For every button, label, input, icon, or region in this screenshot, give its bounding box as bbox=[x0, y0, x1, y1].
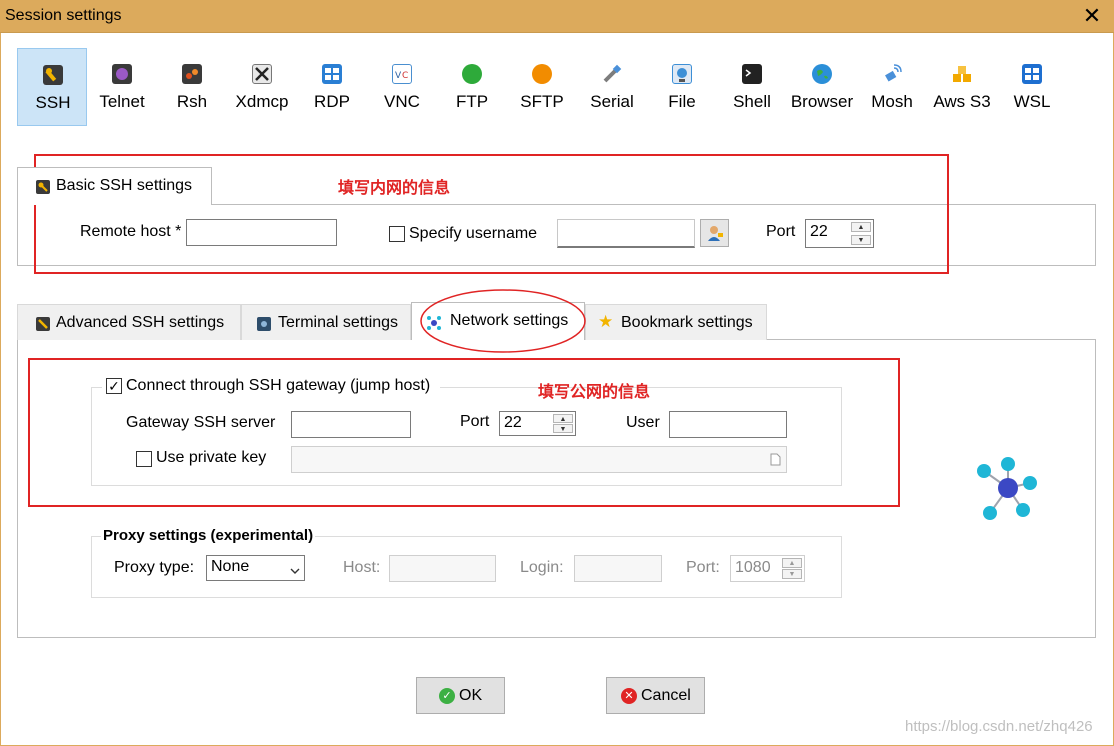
rdp-icon bbox=[322, 64, 342, 84]
close-icon[interactable]: ✕ bbox=[1080, 2, 1104, 30]
cancel-button[interactable]: ✕ Cancel bbox=[606, 677, 705, 714]
watermark-text: https://blog.csdn.net/zhq426 bbox=[905, 718, 1093, 735]
file-icon bbox=[672, 64, 692, 84]
shell-icon bbox=[742, 64, 762, 84]
star-icon: ★ bbox=[598, 312, 614, 331]
svg-text:C: C bbox=[402, 71, 408, 81]
tab-terminal-settings[interactable]: Terminal settings bbox=[241, 304, 411, 340]
ftp-icon bbox=[462, 64, 482, 84]
proxy-login-input[interactable] bbox=[574, 555, 662, 582]
ssh-key-icon bbox=[36, 180, 50, 194]
proxy-type-select[interactable]: None bbox=[206, 555, 305, 581]
window-border-left bbox=[0, 33, 1, 746]
sftp-icon bbox=[532, 64, 552, 84]
xdmcp-icon bbox=[252, 64, 272, 84]
annotation-intranet: 填写内网的信息 bbox=[338, 178, 451, 197]
telnet-icon bbox=[112, 64, 132, 84]
tab-basic-ssh-settings[interactable]: Basic SSH settings bbox=[17, 167, 212, 205]
terminal-icon bbox=[257, 317, 271, 331]
protocol-rsh[interactable]: Rsh bbox=[157, 48, 227, 126]
svg-text:V: V bbox=[395, 71, 402, 81]
proxy-port-spinner[interactable]: 1080 ▲ ▼ bbox=[730, 555, 805, 582]
ssh-key-icon bbox=[43, 65, 63, 85]
tab-bookmark-settings[interactable]: ★ Bookmark settings bbox=[585, 304, 767, 340]
protocol-telnet[interactable]: Telnet bbox=[87, 48, 157, 126]
tab-advanced-ssh-settings[interactable]: Advanced SSH settings bbox=[17, 304, 241, 340]
protocol-sftp[interactable]: SFTP bbox=[507, 48, 577, 126]
protocol-label: WSL bbox=[1013, 92, 1051, 111]
protocol-browser[interactable]: Browser bbox=[787, 48, 857, 126]
serial-icon bbox=[602, 64, 622, 84]
spin-down-icon[interactable]: ▼ bbox=[782, 569, 802, 579]
protocol-label: FTP bbox=[455, 92, 489, 111]
protocol-ftp[interactable]: FTP bbox=[437, 48, 507, 126]
protocol-label: Shell bbox=[733, 92, 771, 111]
protocol-ssh[interactable]: SSH bbox=[17, 48, 87, 126]
ok-button[interactable]: ✓ OK bbox=[416, 677, 505, 714]
annotation-public-network: 填写公网的信息 bbox=[538, 382, 651, 401]
title-bar: Session settings ✕ bbox=[0, 0, 1114, 33]
chevron-down-icon bbox=[290, 562, 300, 580]
cancel-label: Cancel bbox=[641, 687, 691, 704]
proxy-port-value: 1080 bbox=[735, 559, 771, 576]
tab-label: Basic SSH settings bbox=[56, 177, 193, 194]
protocol-label: Xdmcp bbox=[235, 92, 289, 111]
protocol-label: Browser bbox=[790, 92, 854, 111]
annotation-box-network bbox=[28, 358, 900, 507]
check-icon: ✓ bbox=[439, 688, 455, 704]
wsl-icon bbox=[1022, 64, 1042, 84]
protocol-label: Mosh bbox=[871, 92, 913, 111]
protocol-label: Telnet bbox=[99, 92, 145, 111]
annotation-ellipse-network-tab bbox=[420, 289, 586, 353]
proxy-port-label: Port: bbox=[686, 559, 720, 576]
protocol-serial[interactable]: Serial bbox=[577, 48, 647, 126]
proxy-login-label: Login: bbox=[520, 559, 564, 576]
protocol-aws-s3[interactable]: Aws S3 bbox=[927, 48, 997, 126]
proxy-host-input[interactable] bbox=[389, 555, 496, 582]
protocol-xdmcp[interactable]: Xdmcp bbox=[227, 48, 297, 126]
protocol-label: Serial bbox=[590, 92, 634, 111]
protocol-wsl[interactable]: WSL bbox=[997, 48, 1067, 126]
protocol-shell[interactable]: Shell bbox=[717, 48, 787, 126]
wrench-key-icon bbox=[36, 317, 50, 331]
vnc-icon: VC bbox=[392, 64, 412, 84]
mosh-icon bbox=[882, 64, 902, 84]
tab-label: Advanced SSH settings bbox=[56, 314, 225, 331]
proxy-type-value: None bbox=[211, 558, 250, 575]
protocol-label: Rsh bbox=[176, 92, 208, 111]
ok-label: OK bbox=[459, 687, 483, 704]
protocol-label: VNC bbox=[384, 92, 420, 111]
protocol-label: SSH bbox=[35, 93, 71, 112]
cancel-icon: ✕ bbox=[621, 688, 637, 704]
aws-s3-icon bbox=[952, 64, 972, 84]
proxy-host-label: Host: bbox=[343, 559, 381, 576]
tab-label: Bookmark settings bbox=[621, 314, 753, 331]
protocol-mosh[interactable]: Mosh bbox=[857, 48, 927, 126]
spin-up-icon[interactable]: ▲ bbox=[782, 558, 802, 568]
protocol-label: RDP bbox=[314, 92, 350, 111]
proxy-group-label: Proxy settings (experimental) bbox=[101, 527, 316, 544]
protocol-label: SFTP bbox=[520, 92, 564, 111]
protocol-label: Aws S3 bbox=[933, 92, 991, 111]
protocol-file[interactable]: File bbox=[647, 48, 717, 126]
tab-connector bbox=[18, 203, 211, 205]
rsh-icon bbox=[182, 64, 202, 84]
protocol-label: File bbox=[668, 92, 696, 111]
browser-icon bbox=[812, 64, 832, 84]
proxy-type-label: Proxy type: bbox=[114, 559, 195, 576]
protocol-rdp[interactable]: RDP bbox=[297, 48, 367, 126]
protocol-vnc[interactable]: VC VNC bbox=[367, 48, 437, 126]
window-title: Session settings bbox=[5, 7, 122, 24]
network-graphic-icon bbox=[977, 457, 1037, 520]
tab-label: Terminal settings bbox=[278, 314, 399, 331]
